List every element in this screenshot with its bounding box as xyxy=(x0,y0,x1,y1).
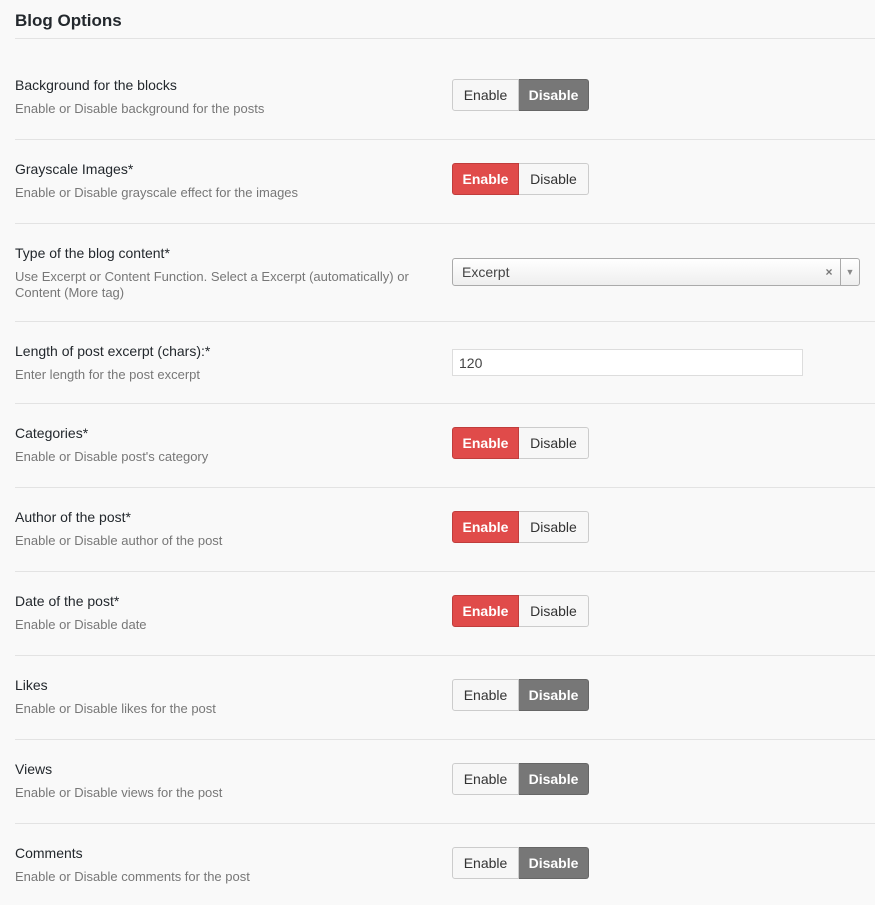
comments-toggle: Enable Disable xyxy=(452,847,589,879)
option-row-comments: Comments Enable or Disable comments for … xyxy=(15,845,875,900)
option-row-date: Date of the post* Enable or Disable date… xyxy=(15,593,875,656)
option-row-categories: Categories* Enable or Disable post's cat… xyxy=(15,425,875,488)
enable-button[interactable]: Enable xyxy=(452,679,519,711)
option-description: Enable or Disable likes for the post xyxy=(15,701,216,716)
select-value: Excerpt xyxy=(462,264,510,280)
option-row-grayscale: Grayscale Images* Enable or Disable gray… xyxy=(15,161,875,224)
disable-button[interactable]: Disable xyxy=(519,679,589,711)
option-description: Enable or Disable grayscale effect for t… xyxy=(15,185,299,200)
enable-button[interactable]: Enable xyxy=(452,763,519,795)
option-row-author: Author of the post* Enable or Disable au… xyxy=(15,509,875,572)
chevron-down-icon[interactable]: ▼ xyxy=(840,259,859,285)
option-description: Enable or Disable comments for the post xyxy=(15,869,250,884)
option-description: Enable or Disable author of the post xyxy=(15,533,223,548)
page-title: Blog Options xyxy=(15,11,122,30)
likes-toggle: Enable Disable xyxy=(452,679,589,711)
enable-button[interactable]: Enable xyxy=(452,163,519,195)
disable-button[interactable]: Disable xyxy=(519,763,589,795)
enable-button[interactable]: Enable xyxy=(452,79,519,111)
disable-button[interactable]: Disable xyxy=(519,427,589,459)
option-label: Length of post excerpt (chars):* xyxy=(15,343,211,359)
disable-button[interactable]: Disable xyxy=(519,79,589,111)
views-toggle: Enable Disable xyxy=(452,763,589,795)
grayscale-toggle: Enable Disable xyxy=(452,163,589,195)
option-label: Grayscale Images* xyxy=(15,161,134,177)
divider xyxy=(15,38,875,39)
content-type-select[interactable]: Excerpt × ▼ xyxy=(452,258,860,286)
option-row-views: Views Enable or Disable views for the po… xyxy=(15,761,875,824)
option-row-excerpt-length: Length of post excerpt (chars):* Enter l… xyxy=(15,343,875,404)
option-description: Enable or Disable views for the post xyxy=(15,785,223,800)
disable-button[interactable]: Disable xyxy=(519,595,589,627)
option-description: Enable or Disable date xyxy=(15,617,147,632)
option-label: Views xyxy=(15,761,53,777)
clear-icon[interactable]: × xyxy=(821,265,837,279)
disable-button[interactable]: Disable xyxy=(519,847,589,879)
option-row-content-type: Type of the blog content* Use Excerpt or… xyxy=(15,245,875,322)
option-description: Enable or Disable background for the pos… xyxy=(15,101,265,116)
enable-button[interactable]: Enable xyxy=(452,511,519,543)
option-label: Likes xyxy=(15,677,48,693)
option-label: Categories* xyxy=(15,425,89,441)
option-label: Date of the post* xyxy=(15,593,120,609)
option-description: Enable or Disable post's category xyxy=(15,449,209,464)
option-row-background: Background for the blocks Enable or Disa… xyxy=(15,77,875,140)
option-description: Use Excerpt or Content Function. Select … xyxy=(15,269,409,300)
blog-options-panel: Blog Options Background for the blocks E… xyxy=(0,0,875,905)
date-toggle: Enable Disable xyxy=(452,595,589,627)
option-label: Type of the blog content* xyxy=(15,245,170,261)
option-label: Comments xyxy=(15,845,83,861)
option-label: Background for the blocks xyxy=(15,77,177,93)
background-toggle: Enable Disable xyxy=(452,79,589,111)
disable-button[interactable]: Disable xyxy=(519,163,589,195)
enable-button[interactable]: Enable xyxy=(452,427,519,459)
excerpt-length-input[interactable] xyxy=(452,349,803,376)
author-toggle: Enable Disable xyxy=(452,511,589,543)
disable-button[interactable]: Disable xyxy=(519,511,589,543)
enable-button[interactable]: Enable xyxy=(452,595,519,627)
option-label: Author of the post* xyxy=(15,509,131,525)
option-description: Enter length for the post excerpt xyxy=(15,367,200,382)
enable-button[interactable]: Enable xyxy=(452,847,519,879)
option-row-likes: Likes Enable or Disable likes for the po… xyxy=(15,677,875,740)
categories-toggle: Enable Disable xyxy=(452,427,589,459)
